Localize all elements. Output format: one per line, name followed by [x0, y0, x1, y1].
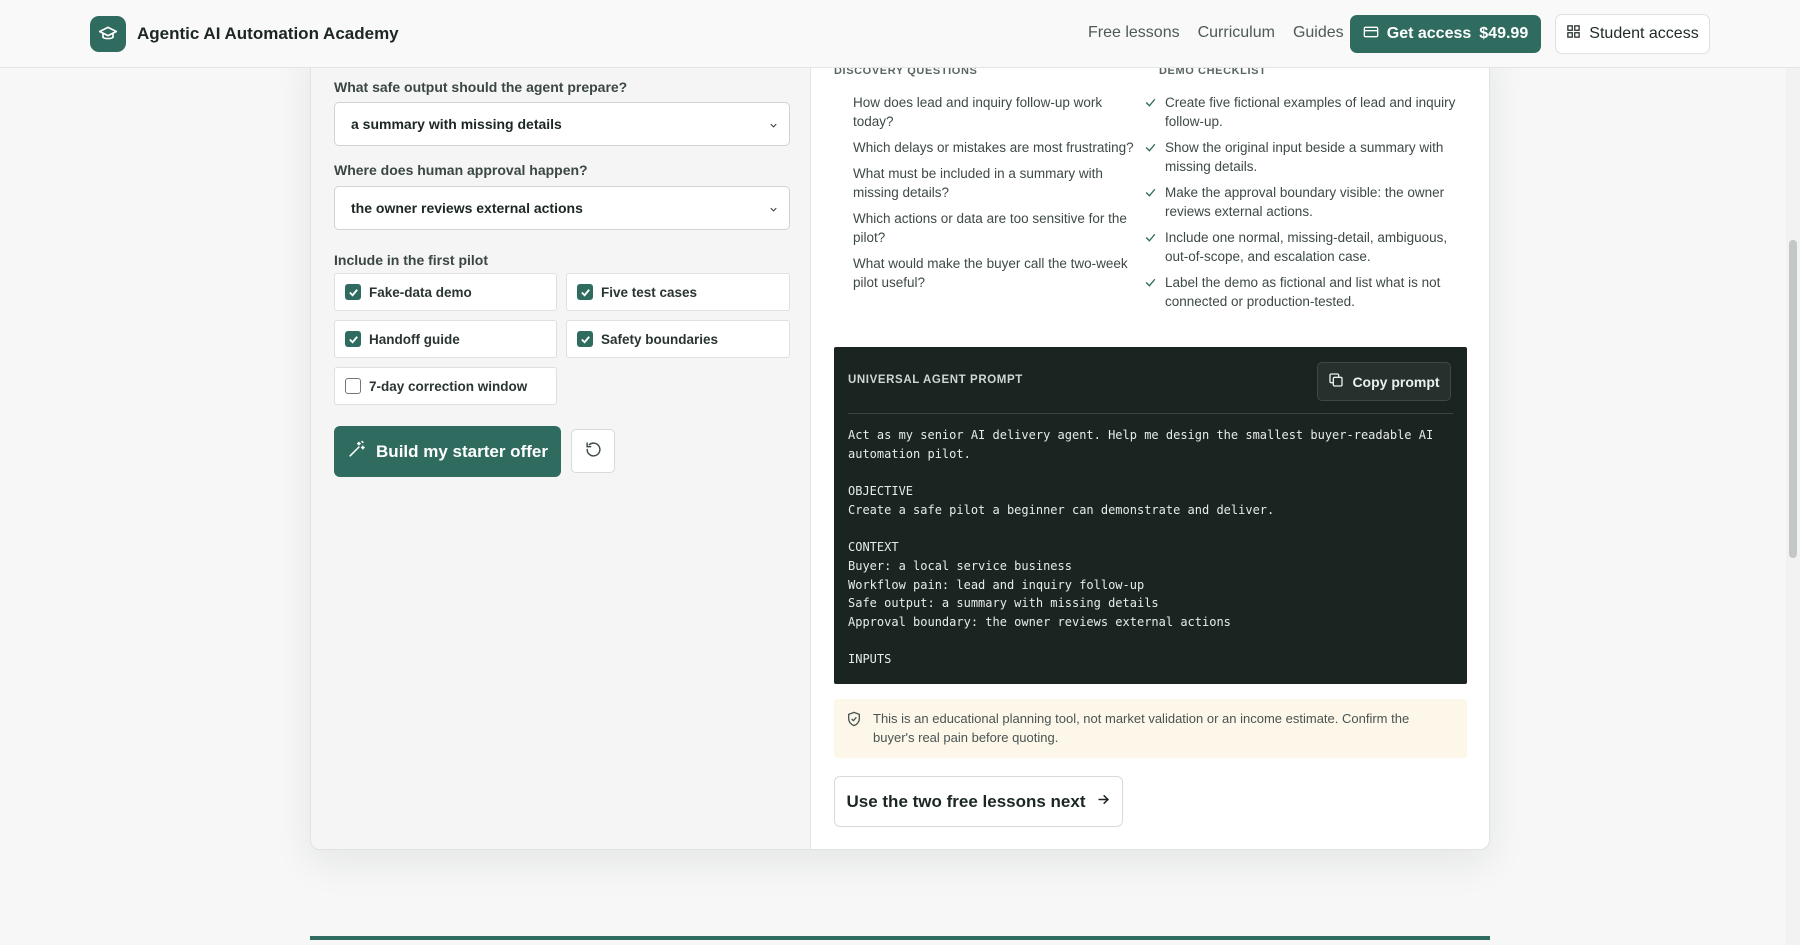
checklist-text: Include one normal, missing-detail, ambi…	[1165, 230, 1448, 264]
checkbox-checked-icon	[345, 284, 361, 300]
check-correction-window[interactable]: 7-day correction window	[334, 367, 557, 405]
arrow-right-icon	[1096, 792, 1111, 812]
get-access-label: Get access	[1386, 25, 1472, 42]
top-nav-bar: Agentic AI Automation Academy Free lesso…	[0, 0, 1800, 68]
reset-button[interactable]	[571, 429, 615, 473]
page-scrollbar[interactable]	[1786, 68, 1800, 945]
build-offer-button[interactable]: Build my starter offer	[334, 426, 561, 477]
notice-text: This is an educational planning tool, no…	[873, 711, 1410, 745]
output-question-label: What safe output should the agent prepar…	[334, 79, 628, 95]
check-label: Handoff guide	[369, 331, 460, 347]
check-label: Five test cases	[601, 284, 698, 300]
checkbox-checked-icon	[345, 331, 361, 347]
shield-check-icon	[846, 711, 862, 732]
check-icon	[1144, 185, 1157, 204]
output-select-value: a summary with missing details	[351, 116, 562, 132]
list-item: Label the demo as fictional and list wha…	[1144, 273, 1469, 311]
student-access-button[interactable]: Student access	[1555, 14, 1710, 54]
offer-result: Discovery questions Demo checklist How d…	[811, 41, 1489, 849]
nav-guides[interactable]: Guides	[1293, 24, 1344, 42]
nav-curriculum[interactable]: Curriculum	[1198, 24, 1275, 42]
list-item: Which delays or mistakes are most frustr…	[853, 140, 1134, 155]
checklist-text: Create five fictional examples of lead a…	[1165, 95, 1456, 129]
output-select[interactable]: a summary with missing details	[334, 102, 790, 146]
brand[interactable]: Agentic AI Automation Academy	[90, 16, 399, 52]
check-icon	[1144, 95, 1157, 114]
credit-card-icon	[1363, 24, 1379, 45]
free-lessons-next-button[interactable]: Use the two free lessons next	[834, 776, 1123, 827]
get-access-price: $49.99	[1479, 25, 1529, 42]
chevron-down-icon	[768, 118, 779, 134]
brand-name: Agentic AI Automation Academy	[137, 24, 399, 43]
section-divider-bar	[310, 936, 1490, 940]
list-item: How does lead and inquiry follow-up work…	[853, 95, 1103, 129]
check-label: Safety boundaries	[601, 331, 719, 347]
list-item: Which actions or data are too sensitive …	[853, 211, 1127, 245]
approval-select[interactable]: the owner reviews external actions	[334, 186, 790, 230]
build-offer-label: Build my starter offer	[376, 441, 548, 461]
copy-icon	[1328, 372, 1344, 391]
check-label: Fake-data demo	[369, 284, 472, 300]
grid-icon	[1566, 24, 1581, 44]
copy-prompt-button[interactable]: Copy prompt	[1317, 362, 1451, 401]
offer-builder-card: What safe output should the agent prepar…	[310, 40, 1490, 850]
checklist-text: Label the demo as fictional and list wha…	[1165, 275, 1441, 309]
list-item: What would make the buyer call the two-w…	[853, 256, 1128, 290]
agent-prompt-panel: UNIVERSAL AGENT PROMPT Copy prompt Act a…	[834, 347, 1467, 684]
check-fake-data-demo[interactable]: Fake-data demo	[334, 273, 557, 311]
list-item: Include one normal, missing-detail, ambi…	[1144, 228, 1469, 266]
chevron-down-icon	[768, 202, 779, 218]
prompt-text[interactable]: Act as my senior AI delivery agent. Help…	[848, 426, 1453, 669]
check-icon	[1144, 230, 1157, 249]
checklist-text: Make the approval boundary visible: the …	[1165, 185, 1445, 219]
builder-form: What safe output should the agent prepar…	[311, 41, 811, 849]
scrollbar-thumb[interactable]	[1789, 240, 1797, 558]
list-item: Show the original input beside a summary…	[1144, 138, 1469, 176]
main-nav: Free lessons Curriculum Guides	[1088, 24, 1362, 42]
copy-prompt-label: Copy prompt	[1352, 373, 1440, 390]
free-lessons-next-label: Use the two free lessons next	[846, 791, 1086, 811]
get-access-button[interactable]: Get access $49.99	[1350, 15, 1541, 53]
list-item: Make the approval boundary visible: the …	[1144, 183, 1469, 221]
prompt-title: UNIVERSAL AGENT PROMPT	[848, 374, 1023, 386]
checkbox-checked-icon	[577, 284, 593, 300]
approval-question-label: Where does human approval happen?	[334, 162, 588, 178]
checkbox-checked-icon	[577, 331, 593, 347]
check-handoff-guide[interactable]: Handoff guide	[334, 320, 557, 358]
check-icon	[1144, 140, 1157, 159]
list-item: What must be included in a summary with …	[853, 166, 1103, 200]
include-label: Include in the first pilot	[334, 252, 488, 268]
check-icon	[1144, 275, 1157, 294]
graduation-cap-icon	[90, 16, 126, 52]
magic-wand-icon	[347, 440, 366, 464]
educational-notice: This is an educational planning tool, no…	[834, 699, 1467, 758]
check-safety-boundaries[interactable]: Safety boundaries	[566, 320, 790, 358]
approval-select-value: the owner reviews external actions	[351, 200, 583, 216]
check-label: 7-day correction window	[369, 378, 528, 394]
list-item: Create five fictional examples of lead a…	[1144, 93, 1469, 131]
nav-free-lessons[interactable]: Free lessons	[1088, 24, 1180, 42]
prompt-divider	[848, 413, 1453, 414]
reset-icon	[585, 441, 602, 461]
demo-checklist: Create five fictional examples of lead a…	[1144, 93, 1469, 318]
discovery-questions-list: How does lead and inquiry follow-up work…	[834, 93, 1138, 299]
checkbox-unchecked-icon	[345, 378, 361, 394]
check-five-test-cases[interactable]: Five test cases	[566, 273, 790, 311]
student-access-label: Student access	[1589, 25, 1699, 42]
checklist-text: Show the original input beside a summary…	[1165, 140, 1444, 174]
